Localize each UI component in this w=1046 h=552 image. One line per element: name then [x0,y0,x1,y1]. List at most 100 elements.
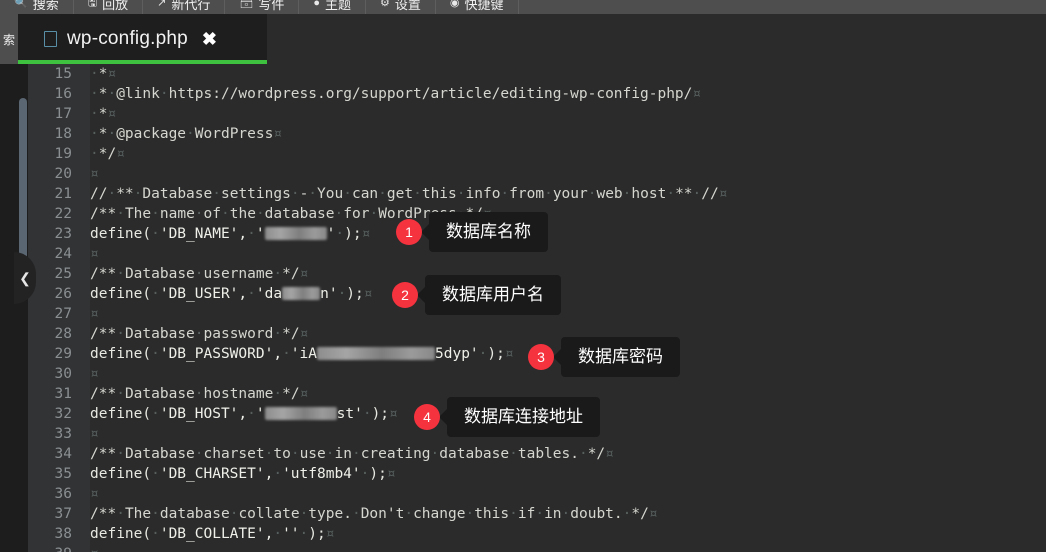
code-token: ** [675,186,693,202]
line-number: 15 [54,66,72,82]
code-token: 'utf8mb4' [282,466,361,482]
code-token: · [273,466,283,482]
code-line[interactable]: 24 ¤ [55,244,1046,264]
code-line-text: define(·'DB_PASSWORD',·'iA 5dyp'·);¤ [90,346,514,362]
code-token: Don't [360,506,405,522]
code-token: /** [90,446,117,462]
code-token: define( [90,346,152,362]
code-line[interactable]: 39¤ [55,544,1046,552]
annotation-badge: 2 [392,282,418,308]
code-line[interactable]: 18 ·*·@package·WordPress¤ [55,124,1046,144]
keyboard-icon: ◉ [449,0,460,9]
code-token: ' [255,406,265,422]
code-token: · [194,446,204,462]
code-line[interactable]: 25/**·Database·username·*/¤ [55,264,1046,284]
code-token: ¤ [299,266,309,282]
code-line[interactable]: 21//·**·Database·settings·-·You·can·get·… [55,184,1046,204]
code-token: collate [238,506,300,522]
code-token: get [386,186,414,202]
line-number: 28 [54,326,72,342]
code-token: · [194,266,204,282]
code-line[interactable]: 35 define(·'DB_CHARSET',·'utf8mb4'·);¤ [55,464,1046,484]
toolbar-item-replay[interactable]: 🖫 回放 [74,0,144,14]
code-token: · [90,146,99,162]
code-token: · [413,186,422,202]
code-token: this [474,506,510,522]
rail-search-label[interactable]: 索 [0,14,18,64]
code-token: · [362,406,372,422]
code-token: · [116,386,125,402]
code-token: · [116,266,125,282]
toolbar-item-theme[interactable]: ● 主题 [299,0,366,14]
line-number: 33 [54,426,72,442]
code-line[interactable]: 26 define(·'DB_USER',·'da n'·);¤ [55,284,1046,304]
code-line[interactable]: 27 ¤ [55,304,1046,324]
code-token: creating [360,446,431,462]
toolbar-item-settings[interactable]: ⚙ 设置 [366,0,436,14]
code-line[interactable]: 15 ·*¤ [55,64,1046,84]
code-token: · [151,506,160,522]
replay-icon: 🖫 [87,0,98,9]
code-token: ¤ [90,546,99,552]
code-token: · [343,186,352,202]
code-token: change [413,506,466,522]
code-token: · [404,506,414,522]
code-token: ); [487,346,505,362]
code-token: tables. [517,446,579,462]
code-token: define( [90,526,152,542]
code-line-text: define(·'DB_COLLATE',·''·);¤ [90,526,334,542]
toolbar-item-search[interactable]: 🔍 搜索 [0,0,74,14]
code-line[interactable]: 34/**·Database·charset·to·use·in·creatin… [55,444,1046,464]
code-token: 'DB_PASSWORD', [159,346,283,362]
code-token: database [439,446,510,462]
code-token: @package [116,126,187,142]
code-token: · [116,326,125,342]
code-token: · [151,406,160,422]
code-token: ¤ [273,126,283,142]
toolbar-item-newline[interactable]: ↗ 新代行 [143,0,226,14]
code-line-text: ¤ [90,426,99,442]
code-token: database [264,206,335,222]
code-token: @link [116,86,160,102]
code-token: ¤ [718,186,728,202]
code-line[interactable]: 36 ¤ [55,484,1046,504]
toolbar-item-plugin[interactable]: 🗃 写件 [225,0,300,14]
code-line-text: ¤ [90,546,99,552]
code-token: ); [344,226,362,242]
code-token: · [221,206,230,222]
toolbar-item-shortcut[interactable]: ◉ 快捷键 [436,0,519,14]
code-token: /** [90,206,117,222]
code-content[interactable]: 15 ·*¤ 16 ·*·@link·https://wordpress.org/su… [55,64,1046,552]
code-token: /** [90,386,117,402]
code-line[interactable]: 17 ·*¤ [55,104,1046,124]
code-token: ¤ [116,146,125,162]
code-line[interactable]: 19 ·*/¤ [55,144,1046,164]
code-token: Database [124,326,195,342]
code-line[interactable]: 23 define(·'DB_NAME',·' '·);¤ [55,224,1046,244]
code-token: in [334,446,352,462]
toolbar-label: 快捷键 [464,0,504,12]
code-token: define( [90,466,152,482]
code-line[interactable]: 16 ·*·@link·https://wordpress.org/support… [55,84,1046,104]
code-token: password [203,326,274,342]
code-token: if [517,506,536,522]
code-token: · [247,226,256,242]
code-line[interactable]: 22/**·The·name·of·the·database·for·WordP… [55,204,1046,224]
redacted-value [264,227,327,240]
code-token: · [290,446,300,462]
gear-icon: ⚙ [380,0,390,9]
line-number: 36 [54,486,72,502]
tab-wp-config-php[interactable]: wp-config.php ✖ [18,14,267,64]
code-token: st' [336,406,363,422]
line-number: 39 [24,544,72,552]
annotation-callout-2: 2 数据库用户名 [392,275,561,315]
code-token: username [203,266,274,282]
code-line[interactable]: 37/**·The·database·collate·type.·Don't·c… [55,504,1046,524]
code-line[interactable]: 38 define(·'DB_COLLATE',·''·);¤ [55,524,1046,544]
code-token: Database [124,266,195,282]
close-icon[interactable]: ✖ [202,30,217,48]
annotation-badge: 4 [414,404,440,430]
code-line[interactable]: 20 ¤ [55,164,1046,184]
line-number: 18 [54,126,72,142]
code-token: can [351,186,379,202]
